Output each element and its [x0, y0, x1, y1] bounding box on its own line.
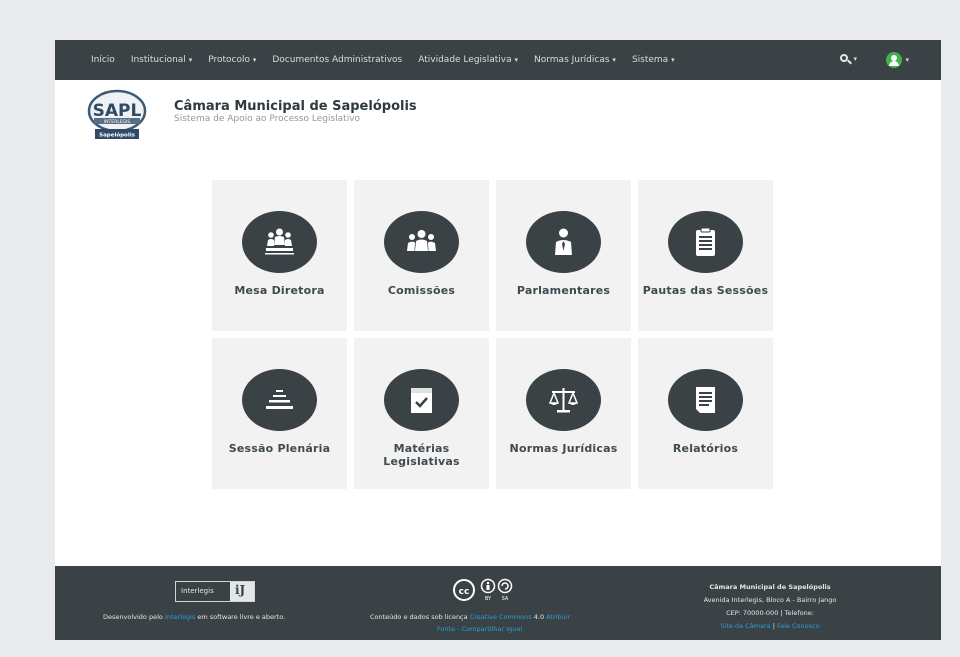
tile-pautas-das-sessoes[interactable]: Pautas das Sessões [638, 180, 773, 331]
creative-commons-link[interactable]: Creative Commons [470, 613, 532, 621]
browser-page: Início Institucional ▾ Protocolo ▾ Docum… [55, 40, 941, 640]
main-menu-grid: Mesa Diretora Comissões Parlamentares Pa… [212, 180, 788, 489]
interlegis-link[interactable]: Interlegis [165, 613, 195, 621]
checked-document-icon [411, 388, 432, 413]
license-line2[interactable]: Fonte - Compartilhar Igual [437, 625, 522, 633]
board-icon [265, 228, 294, 255]
interlegis-logo[interactable]: Interlegis iJ [175, 581, 255, 602]
scales-icon [548, 388, 579, 413]
page-footer: Interlegis iJ Desenvolvido pelo Interleg… [55, 566, 941, 640]
cc-sa-label: SA [502, 596, 509, 602]
footer-right: Câmara Municipal de Sapelópolis Avenida … [645, 566, 895, 640]
footer-links: Site da Câmara | Fale Conosco [720, 622, 820, 630]
nav-normas-juridicas[interactable]: Normas Jurídicas ▾ [534, 55, 616, 65]
tile-icon-circle [384, 369, 459, 431]
nav-documentos-administrativos[interactable]: Documentos Administrativos [272, 55, 402, 65]
tile-label: Relatórios [672, 442, 739, 455]
clipboard-icon [696, 227, 715, 256]
license-text: Conteúdo e dados sob licença Creative Co… [370, 613, 571, 621]
tile-label: Sessão Plenária [228, 442, 331, 455]
institution-name: Câmara Municipal de Sapelópolis [174, 99, 417, 114]
tile-label: Comissões [387, 284, 456, 297]
nav-protocolo[interactable]: Protocolo ▾ [208, 55, 256, 65]
site-da-camara-link[interactable]: Site da Câmara [720, 622, 770, 630]
nav-atividade-legislativa[interactable]: Atividade Legislativa ▾ [418, 55, 518, 65]
tile-comissoes[interactable]: Comissões [354, 180, 489, 331]
nav-institucional[interactable]: Institucional ▾ [131, 55, 192, 65]
tile-materias-legislativas[interactable]: Matérias Legislativas [354, 338, 489, 489]
chevron-down-icon: ▾ [188, 56, 193, 64]
nav-inicio[interactable]: Início [91, 55, 115, 65]
tile-label: Normas Jurídicas [509, 442, 618, 455]
interlegis-logo-mark: iJ [230, 582, 254, 601]
tile-parlamentares[interactable]: Parlamentares [496, 180, 631, 331]
cc-by-label: BY [485, 596, 492, 602]
tile-label: Mesa Diretora [234, 284, 325, 297]
tile-label: Matérias Legislativas [383, 442, 460, 468]
nav-right-tools: ▾ ▾ [840, 40, 909, 80]
group-icon [407, 230, 436, 251]
chevron-down-icon: ▾ [671, 56, 675, 64]
chevron-down-icon: ▾ [514, 56, 518, 64]
developed-by-text: Desenvolvido pelo Interlegis em software… [103, 613, 286, 621]
search-icon[interactable]: ▾ [840, 53, 858, 67]
tile-icon-circle [384, 211, 459, 273]
search-handle [847, 59, 853, 65]
tile-icon-circle [526, 211, 601, 273]
tile-icon-circle [242, 369, 317, 431]
search-caret: ▾ [853, 55, 857, 63]
user-icon-body [889, 61, 900, 66]
svg-text:cc: cc [459, 587, 470, 597]
interlegis-logo-text: Interlegis [181, 587, 214, 595]
chevron-down-icon: ▾ [252, 56, 257, 64]
atribuir-link[interactable]: Atribuir [546, 613, 570, 621]
sapl-logo[interactable]: SAPL INTERLEGIS Sapelópolis [87, 89, 147, 141]
tile-label: Pautas das Sessões [642, 284, 769, 297]
page-header: SAPL INTERLEGIS Sapelópolis Câmara Munic… [55, 80, 941, 155]
tile-mesa-diretora[interactable]: Mesa Diretora [212, 180, 347, 331]
tile-sessao-plenaria[interactable]: Sessão Plenária [212, 338, 347, 489]
fale-conosco-link[interactable]: Fale Conosco [777, 622, 820, 630]
user-caret: ▾ [905, 56, 909, 64]
address-title: Câmara Municipal de Sapelópolis [709, 583, 831, 591]
cep-line: CEP: 70000-000 | Telefone: [726, 609, 814, 617]
nav-sistema[interactable]: Sistema ▾ [632, 55, 675, 65]
tile-normas-juridicas[interactable]: Normas Jurídicas [496, 338, 631, 489]
tile-icon-circle [526, 369, 601, 431]
tile-relatorios[interactable]: Relatórios [638, 338, 773, 489]
top-navbar: Início Institucional ▾ Protocolo ▾ Docum… [55, 40, 941, 80]
tile-icon-circle [668, 369, 743, 431]
footer-left: Interlegis iJ Desenvolvido pelo Interleg… [85, 566, 345, 640]
address-line: Avenida Interlegis, Bloco A - Bairro Jan… [703, 596, 837, 604]
user-icon [886, 52, 903, 68]
chevron-down-icon: ▾ [612, 56, 616, 64]
system-name: Sistema de Apoio ao Processo Legislativo [174, 114, 361, 124]
cc-by-sa-icon: cc BY SA [453, 578, 513, 602]
user-menu[interactable]: ▾ [886, 52, 909, 68]
tile-icon-circle [242, 211, 317, 273]
tile-label: Parlamentares [516, 284, 611, 297]
report-icon [696, 387, 715, 413]
footer-middle: cc BY SA Conteúdo e dados sob licença Cr… [367, 566, 617, 640]
logo-city-text: Sapelópolis [99, 132, 135, 139]
tile-icon-circle [668, 211, 743, 273]
logo-band-text: INTERLEGIS [104, 119, 131, 125]
person-icon [555, 228, 572, 255]
plenary-icon [266, 390, 293, 409]
creative-commons-badge[interactable]: cc BY SA [452, 578, 532, 602]
